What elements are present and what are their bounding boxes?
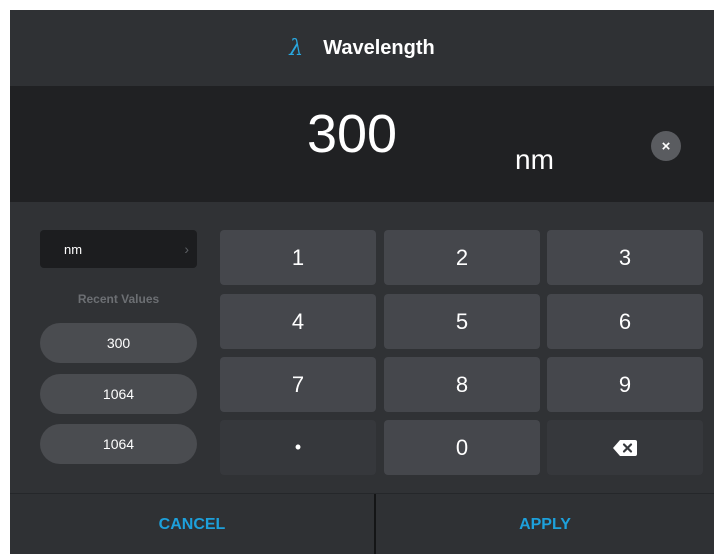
key-decimal[interactable]: •	[220, 420, 376, 475]
unit-select-value: nm	[64, 241, 83, 257]
key-2[interactable]: 2	[384, 230, 540, 285]
backspace-icon	[613, 439, 637, 456]
clear-button[interactable]: ×	[651, 131, 681, 161]
value-display: 300 nm ×	[10, 86, 714, 202]
key-5[interactable]: 5	[384, 294, 540, 349]
recent-value-button[interactable]: 300	[40, 323, 197, 363]
recent-values-label: Recent Values	[77, 292, 160, 306]
apply-button[interactable]: APPLY	[376, 494, 714, 554]
key-6[interactable]: 6	[547, 294, 703, 349]
key-3[interactable]: 3	[547, 230, 703, 285]
key-9[interactable]: 9	[547, 357, 703, 412]
wavelength-dialog: λ Wavelength 300 nm × nm › Recent Values…	[10, 10, 714, 554]
key-0[interactable]: 0	[384, 420, 540, 475]
key-1[interactable]: 1	[220, 230, 376, 285]
unit-select[interactable]: nm ›	[40, 230, 197, 268]
recent-value-button[interactable]: 1064	[40, 424, 197, 464]
key-4[interactable]: 4	[220, 294, 376, 349]
dialog-title: Wavelength	[323, 36, 435, 59]
close-icon: ×	[661, 137, 671, 155]
display-value: 300	[306, 104, 398, 164]
recent-value-button[interactable]: 1064	[40, 374, 197, 414]
title-bar: λ Wavelength	[10, 10, 714, 86]
key-7[interactable]: 7	[220, 357, 376, 412]
lambda-icon: λ	[289, 35, 304, 61]
chevron-right-icon: ›	[184, 241, 189, 257]
display-unit: nm	[515, 144, 554, 175]
key-8[interactable]: 8	[384, 357, 540, 412]
backspace-button[interactable]	[547, 420, 703, 475]
cancel-button[interactable]: CANCEL	[10, 494, 374, 554]
dialog-footer: CANCEL APPLY	[10, 493, 714, 554]
